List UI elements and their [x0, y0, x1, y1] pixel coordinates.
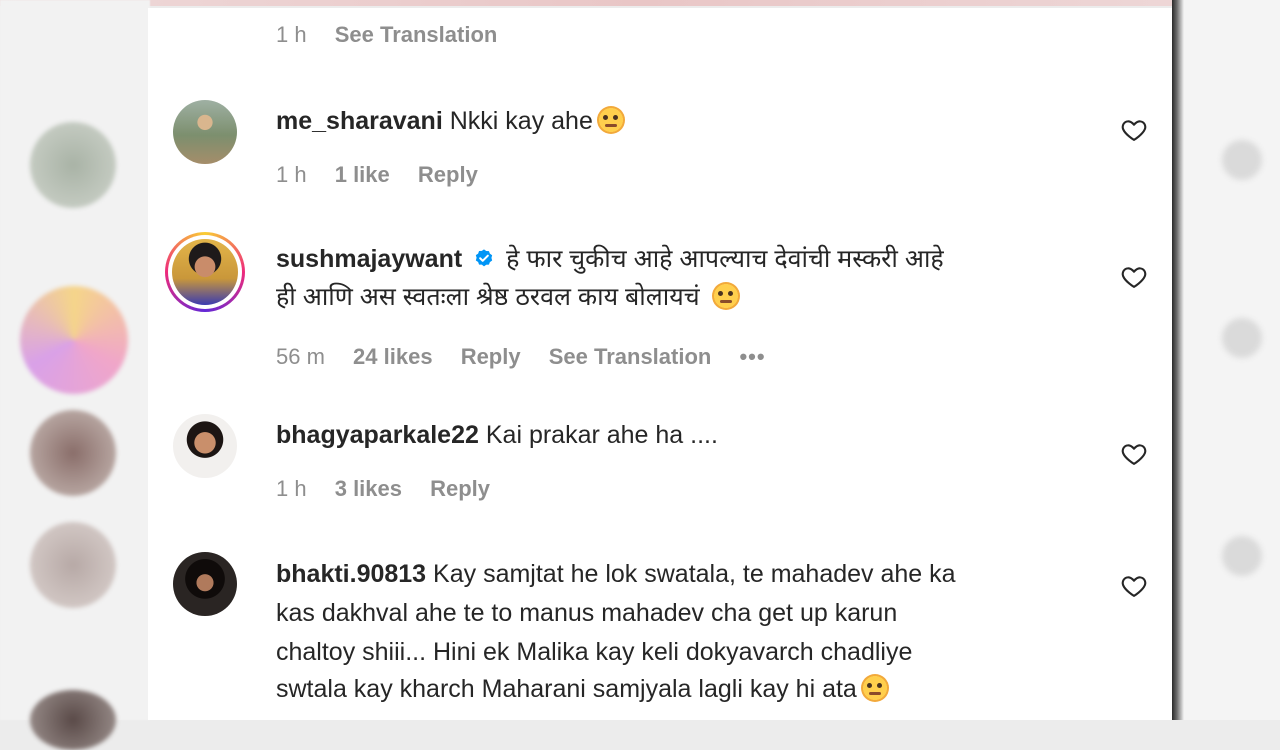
comment-body-line-2: ही आणि अस स्वतःला श्रेष्ठ ठरवल काय बोलाय… — [276, 278, 740, 316]
comment-text: Kai prakar ahe ha .... — [485, 421, 718, 449]
comment-body: me_sharavani Nkki kay ahe — [276, 102, 625, 140]
avatar-image — [173, 552, 237, 616]
background-top-strip — [0, 0, 1280, 6]
comment-text: Nkki kay ahe — [449, 107, 593, 135]
eye-roll-emoji-icon — [711, 282, 740, 310]
avatar-image — [173, 414, 237, 478]
comment-text: Kay samjtat he lok swatala, te mahadev a… — [433, 560, 956, 588]
background-right-blur — [1172, 0, 1280, 720]
ghost-avatar — [30, 122, 116, 208]
face-emoji-icon — [596, 106, 625, 134]
comment-text: swtala kay kharch Maharani samjyala lagl… — [276, 675, 857, 703]
comment-time: 1 h — [276, 476, 307, 501]
comment-time: 1 h — [276, 162, 307, 187]
ghost-avatar — [30, 690, 116, 750]
background-edge — [1172, 0, 1184, 720]
comment-likes[interactable]: 3 likes — [335, 476, 402, 501]
ghost-heart — [1222, 140, 1262, 180]
comment-text: ही आणि अस स्वतःला श्रेष्ठ ठरवल काय बोलाय… — [276, 283, 700, 311]
comment-meta: 1 h 3 likes Reply — [276, 476, 512, 502]
ghost-avatar — [30, 410, 116, 496]
comments-panel: 1 h See Translation me_sharavani Nkki ka… — [148, 8, 1172, 720]
comment-meta: 56 m 24 likes Reply See Translation ••• — [276, 344, 788, 370]
eye-roll-emoji-icon — [860, 674, 889, 702]
avatar-with-story-ring[interactable] — [165, 232, 245, 312]
comment-text: हे फार चुकीच आहे आपल्याच देवांची मस्करी … — [506, 245, 944, 273]
reply-button[interactable]: Reply — [418, 162, 478, 187]
comment-body-line-1: bhakti.90813 Kay samjtat he lok swatala,… — [276, 555, 956, 593]
avatar[interactable] — [173, 100, 237, 164]
heart-outline-icon[interactable] — [1120, 440, 1148, 468]
comment-body-line-4: swtala kay kharch Maharani samjyala lagl… — [276, 670, 889, 708]
comment-time: 56 m — [276, 344, 325, 369]
comment-text: chaltoy shiii... Hini ek Malika kay keli… — [276, 638, 913, 666]
avatar-ring-inner — [168, 235, 242, 309]
avatar-image — [173, 100, 237, 164]
comment-meta: 1 h See Translation — [276, 22, 519, 48]
background-left-blur — [0, 0, 150, 750]
heart-outline-icon[interactable] — [1120, 572, 1148, 600]
comment-text: kas dakhval ahe te to manus mahadev cha … — [276, 599, 898, 627]
see-translation-button[interactable]: See Translation — [335, 22, 498, 47]
comment-username[interactable]: me_sharavani — [276, 107, 443, 135]
ghost-avatar — [30, 522, 116, 608]
comment-body-line-1: sushmajaywant हे फार चुकीच आहे आपल्याच द… — [276, 240, 944, 278]
comment-time: 1 h — [276, 22, 307, 47]
ghost-heart — [1222, 318, 1262, 358]
reply-button[interactable]: Reply — [430, 476, 490, 501]
comment-likes[interactable]: 1 like — [335, 162, 390, 187]
comment-body-line-2: kas dakhval ahe te to manus mahadev cha … — [276, 594, 897, 632]
comment-username[interactable]: bhakti.90813 — [276, 560, 426, 588]
comment-username[interactable]: bhagyaparkale22 — [276, 421, 479, 449]
reply-button[interactable]: Reply — [461, 344, 521, 369]
comment-body-line-3: chaltoy shiii... Hini ek Malika kay keli… — [276, 633, 912, 671]
comment-meta: 1 h 1 like Reply — [276, 162, 500, 188]
comment-username[interactable]: sushmajaywant — [276, 245, 462, 273]
comment-body: bhagyaparkale22 Kai prakar ahe ha .... — [276, 416, 718, 454]
avatar[interactable] — [173, 552, 237, 616]
ghost-heart — [1222, 536, 1262, 576]
more-options-icon[interactable]: ••• — [739, 344, 765, 369]
ghost-avatar — [20, 286, 128, 394]
comment-likes[interactable]: 24 likes — [353, 344, 433, 369]
avatar[interactable] — [173, 414, 237, 478]
verified-badge-icon — [475, 249, 493, 267]
avatar-image — [172, 239, 238, 305]
heart-outline-icon[interactable] — [1120, 116, 1148, 144]
see-translation-button[interactable]: See Translation — [549, 344, 712, 369]
heart-outline-icon[interactable] — [1120, 263, 1148, 291]
